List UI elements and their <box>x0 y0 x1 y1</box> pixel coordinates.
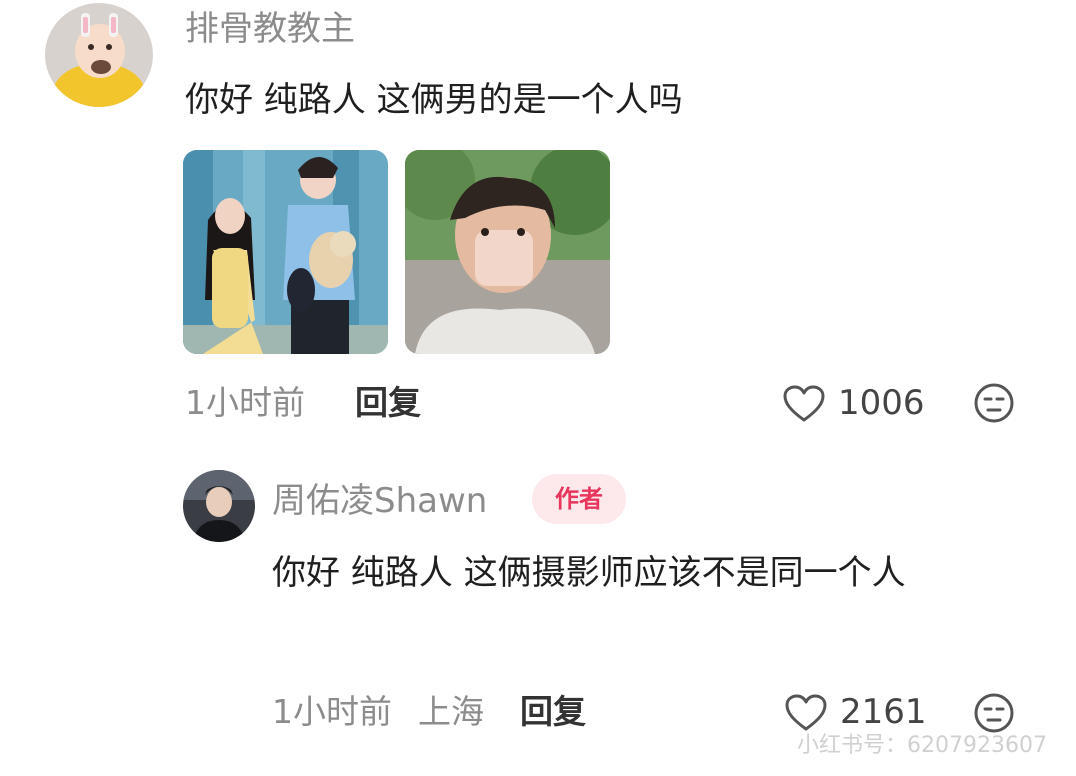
comment-reply-button[interactable]: 回复 <box>355 383 421 423</box>
comment-image-man[interactable] <box>405 150 610 354</box>
reply-location: 上海 <box>418 692 484 731</box>
reply-text: 你好 纯路人 这俩摄影师应该不是同一个人 <box>272 553 906 593</box>
reply-time: 1小时前 <box>272 692 392 731</box>
watermark: 小红书号：6207923607 <box>797 733 1047 758</box>
comment-time: 1小时前 <box>185 383 305 422</box>
author-username[interactable]: 周佑凌Shawn <box>272 481 487 521</box>
reply-like-count: 2161 <box>840 692 927 732</box>
commenter-avatar[interactable] <box>45 3 153 107</box>
comment-like-count: 1006 <box>838 383 925 423</box>
reply-reply-button[interactable]: 回复 <box>520 692 586 732</box>
neutral-face-icon[interactable] <box>973 382 1015 424</box>
comment-like-button[interactable]: 1006 <box>782 382 925 426</box>
commenter-username[interactable]: 排骨教教主 <box>185 9 355 49</box>
comment-image-couple[interactable] <box>183 150 388 354</box>
heart-outline-icon <box>782 384 826 424</box>
comment-text: 你好 纯路人 这俩男的是一个人吗 <box>185 80 683 120</box>
author-badge: 作者 <box>532 474 626 524</box>
author-avatar[interactable] <box>183 470 255 542</box>
